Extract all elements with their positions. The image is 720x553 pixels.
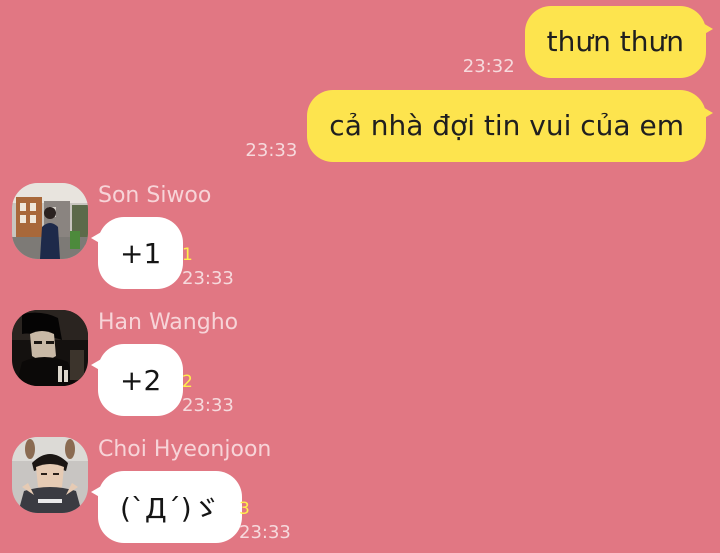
incoming-bubble[interactable]: +1 bbox=[90, 217, 184, 289]
message-text: (`Д´)ゞ bbox=[120, 492, 220, 525]
message-meta: 3 23:33 bbox=[239, 501, 291, 542]
sender-name: Han Wangho bbox=[98, 310, 239, 335]
avatar[interactable] bbox=[12, 183, 88, 259]
avatar-dark-photo-icon bbox=[12, 310, 88, 386]
message-meta: 1 23:33 bbox=[182, 247, 234, 288]
unread-count: 3 bbox=[239, 499, 250, 519]
outgoing-bubble[interactable]: thưn thưn bbox=[524, 6, 714, 78]
message-time: 23:32 bbox=[462, 56, 515, 77]
avatar[interactable] bbox=[12, 310, 88, 386]
incoming-bubble[interactable]: (`Д´)ゞ bbox=[91, 471, 242, 543]
message-time: 23:33 bbox=[239, 522, 291, 543]
avatar-person-photo-icon bbox=[12, 437, 88, 513]
message-text: +1 bbox=[120, 236, 162, 270]
message-time: 23:33 bbox=[182, 395, 234, 416]
message-text: thưn thưn bbox=[546, 25, 684, 58]
avatar-street-photo-icon bbox=[12, 183, 88, 259]
incoming-bubble[interactable]: +2 bbox=[90, 344, 184, 416]
message-text: +2 bbox=[120, 363, 162, 397]
unread-count: 1 bbox=[182, 245, 193, 265]
message-meta: 2 23:33 bbox=[182, 374, 234, 415]
outgoing-message: 23:33 cả nhà đợi tin vui của em bbox=[245, 90, 713, 162]
outgoing-message: 23:32 thưn thưn bbox=[462, 6, 714, 78]
sender-name: Choi Hyeonjoon bbox=[98, 437, 272, 462]
message-time: 23:33 bbox=[182, 268, 234, 289]
unread-count: 2 bbox=[182, 372, 193, 392]
message-text: cả nhà đợi tin vui của em bbox=[329, 109, 684, 142]
sender-name: Son Siwoo bbox=[98, 183, 212, 208]
chat-area: 23:32 thưn thưn 23:33 cả nhà đợi tin vui… bbox=[0, 0, 720, 553]
avatar[interactable] bbox=[12, 437, 88, 513]
message-time: 23:33 bbox=[245, 140, 298, 161]
outgoing-bubble[interactable]: cả nhà đợi tin vui của em bbox=[307, 90, 713, 162]
